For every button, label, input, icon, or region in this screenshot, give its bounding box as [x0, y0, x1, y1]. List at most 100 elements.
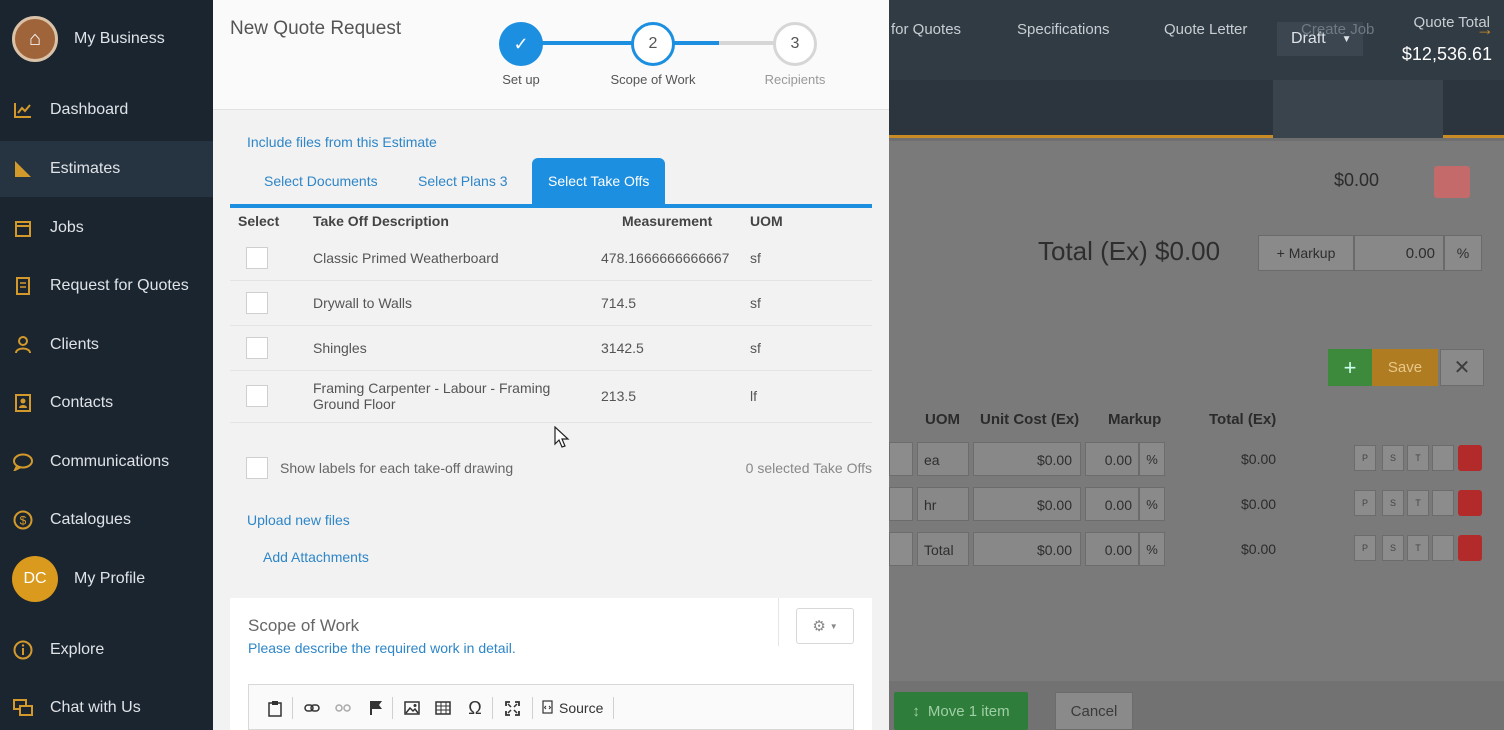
chart-icon: [12, 99, 34, 121]
arrow-right-icon[interactable]: →: [1476, 0, 1494, 58]
unit-cost-input[interactable]: $0.00: [973, 442, 1081, 476]
brand-name: My Business: [74, 30, 165, 47]
table-icon[interactable]: [432, 697, 454, 719]
takeoff-uom: sf: [750, 340, 761, 356]
close-button[interactable]: ✕: [1440, 349, 1484, 386]
source-button[interactable]: Source: [542, 697, 603, 719]
brand[interactable]: ⌂ My Business: [12, 16, 165, 62]
s-button[interactable]: S: [1382, 535, 1404, 561]
active-tab-highlight: [1273, 80, 1443, 138]
takeoff-measurement: 478.1666666666667: [601, 250, 730, 266]
divider: [778, 598, 779, 646]
step-1-label: Set up: [502, 72, 540, 87]
paste-icon[interactable]: [264, 697, 286, 719]
tab-select-documents[interactable]: Select Documents: [248, 158, 394, 204]
row-checkbox[interactable]: [246, 292, 268, 314]
measure-icon[interactable]: [889, 487, 913, 521]
markup-input[interactable]: 0.00: [1085, 442, 1139, 476]
sidebar-item-dashboard[interactable]: Dashboard: [0, 82, 213, 138]
step-3-indicator[interactable]: 3: [773, 22, 817, 66]
uom-input[interactable]: Total: [917, 532, 969, 566]
markup-percent-toggle[interactable]: %: [1139, 532, 1165, 566]
avatar: DC: [12, 556, 58, 602]
flag-icon[interactable]: [365, 697, 387, 719]
step-1-check-icon[interactable]: ✓: [499, 22, 543, 66]
row-checkbox[interactable]: [246, 385, 268, 407]
tab-quote-letter[interactable]: Quote Letter: [1164, 0, 1247, 58]
selected-takeoffs-count: 0 selected Take Offs: [745, 460, 872, 476]
p-button[interactable]: P: [1354, 490, 1376, 516]
move-item-button[interactable]: ↕ Move 1 item: [894, 692, 1028, 730]
settings-dropdown-button[interactable]: ⚙ ▼: [796, 608, 854, 644]
t-button[interactable]: T: [1407, 535, 1429, 561]
t-button[interactable]: T: [1407, 445, 1429, 471]
markup-input[interactable]: 0.00: [1354, 235, 1444, 271]
ruler-icon: [12, 158, 34, 180]
measure-icon[interactable]: [889, 532, 913, 566]
sidebar-item-contacts[interactable]: Contacts: [0, 375, 213, 431]
copy-icon[interactable]: [1432, 445, 1454, 471]
markup-percent-toggle[interactable]: %: [1139, 487, 1165, 521]
uom-input[interactable]: ea: [917, 442, 969, 476]
special-character-icon[interactable]: Ω: [464, 697, 486, 719]
step-2-indicator[interactable]: 2: [631, 22, 675, 66]
markup-percent-toggle[interactable]: %: [1139, 442, 1165, 476]
show-labels-checkbox[interactable]: [246, 457, 268, 479]
p-button[interactable]: P: [1354, 535, 1376, 561]
upload-files-label: Upload new files: [247, 512, 350, 528]
save-button[interactable]: Save: [1372, 349, 1438, 386]
row-total: $0.00: [1241, 496, 1277, 512]
column-unit-cost: Unit Cost (Ex): [980, 411, 1080, 428]
cancel-button[interactable]: Cancel: [1055, 692, 1133, 730]
copy-icon[interactable]: [1432, 490, 1454, 516]
unit-cost-input[interactable]: $0.00: [973, 487, 1081, 521]
takeoff-measurement: 714.5: [601, 295, 637, 311]
sidebar-item-chat-with-us[interactable]: Chat with Us: [0, 680, 213, 730]
sidebar-item-estimates[interactable]: Estimates: [0, 141, 213, 197]
row-total: $0.00: [1241, 451, 1277, 467]
sidebar-item-request-for-quotes[interactable]: Request for Quotes: [0, 258, 213, 314]
add-item-button[interactable]: +: [1328, 349, 1372, 386]
markup-input[interactable]: 0.00: [1085, 487, 1139, 521]
table-row: Framing Carpenter - Labour - Framing Gro…: [230, 371, 872, 423]
sidebar-item-catalogues[interactable]: $ Catalogues: [0, 492, 213, 548]
image-icon[interactable]: [401, 697, 423, 719]
p-button[interactable]: P: [1354, 445, 1376, 471]
s-button[interactable]: S: [1382, 445, 1404, 471]
add-markup-button[interactable]: + Markup: [1258, 235, 1354, 271]
uom-input[interactable]: hr: [917, 487, 969, 521]
t-button[interactable]: T: [1407, 490, 1429, 516]
row-checkbox[interactable]: [246, 247, 268, 269]
unit-cost-input[interactable]: $0.00: [973, 532, 1081, 566]
tab-select-plans[interactable]: Select Plans 3: [402, 158, 524, 204]
markup-input[interactable]: 0.00: [1085, 532, 1139, 566]
unlink-icon[interactable]: [332, 697, 354, 719]
sidebar: ⌂ My Business Dashboard Estimates Jobs R…: [0, 0, 213, 730]
s-button[interactable]: S: [1382, 490, 1404, 516]
step-3-label: Recipients: [764, 72, 826, 87]
trash-icon[interactable]: [1458, 490, 1482, 516]
file-tabs: Select Documents Select Plans 3 Select T…: [230, 158, 872, 208]
delete-section-button[interactable]: [1434, 166, 1470, 198]
tab-select-take-offs[interactable]: Select Take Offs: [532, 158, 666, 204]
trash-icon[interactable]: [1458, 535, 1482, 561]
sidebar-item-explore[interactable]: Explore: [0, 622, 213, 678]
sidebar-item-clients[interactable]: Clients: [0, 317, 213, 373]
link-icon[interactable]: [301, 697, 323, 719]
tab-request-for-quotes[interactable]: for Quotes: [891, 0, 961, 58]
trash-icon[interactable]: [1458, 445, 1482, 471]
sidebar-item-jobs[interactable]: Jobs: [0, 200, 213, 256]
markup-percent-toggle[interactable]: %: [1444, 235, 1482, 271]
maximize-icon[interactable]: [501, 697, 523, 719]
row-checkbox[interactable]: [246, 337, 268, 359]
copy-icon[interactable]: [1432, 535, 1454, 561]
profile-link[interactable]: DC My Profile: [12, 556, 145, 602]
show-labels-option[interactable]: Show labels for each take-off drawing: [246, 457, 513, 479]
tab-specifications[interactable]: Specifications: [1017, 0, 1110, 58]
tab-create-job[interactable]: Create Job: [1301, 0, 1374, 58]
editor-toolbar: Ω Source: [248, 684, 854, 730]
sidebar-item-communications[interactable]: Communications: [0, 434, 213, 490]
add-attachments-link[interactable]: Add Attachments: [263, 549, 369, 565]
sidebar-item-label: Chat with Us: [50, 699, 141, 716]
measure-icon[interactable]: [889, 442, 913, 476]
